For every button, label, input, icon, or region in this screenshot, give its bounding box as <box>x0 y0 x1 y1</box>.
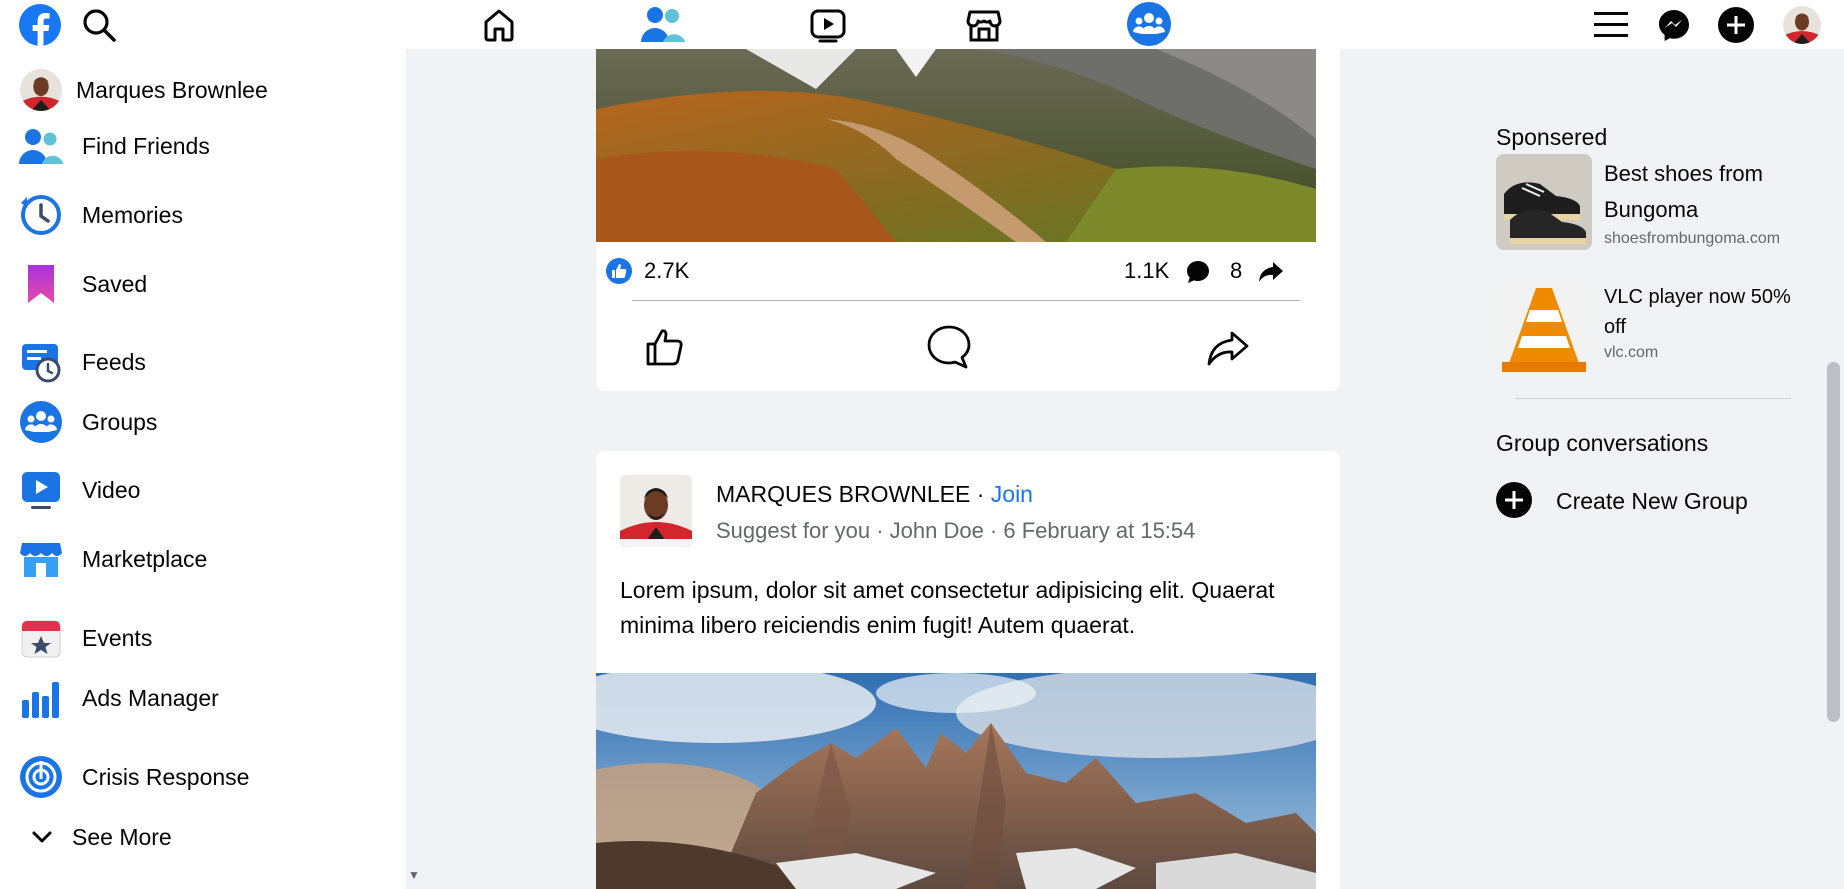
find-friends-icon <box>18 123 64 169</box>
post-image-dolomites[interactable] <box>596 673 1316 889</box>
sidebar-item-find-friends[interactable]: Find Friends <box>18 123 210 169</box>
create-group-icon[interactable] <box>1496 482 1534 520</box>
sidebar-item-label: Events <box>82 624 153 651</box>
sidebar-item-memories[interactable]: Memories <box>18 192 183 238</box>
saved-icon <box>18 261 64 307</box>
friends-icon[interactable] <box>638 2 688 46</box>
share-button[interactable] <box>1206 326 1250 370</box>
sidebar-item-label: Ads Manager <box>82 684 219 711</box>
sidebar-item-groups[interactable]: Groups <box>18 399 157 445</box>
events-icon <box>18 615 64 661</box>
create-new-group-link[interactable]: Create New Group <box>1556 488 1748 515</box>
ad-title[interactable]: VLC player now 50% off <box>1604 282 1804 342</box>
watch-icon[interactable] <box>806 3 850 47</box>
groups-icon <box>18 399 64 445</box>
separator: · <box>970 481 991 507</box>
see-more-button[interactable]: See More <box>28 814 172 860</box>
sidebar-item-label: Crisis Response <box>82 763 250 790</box>
marketplace-icon[interactable] <box>962 3 1006 47</box>
post-author-line: MARQUES BROWNLEE · Join <box>716 481 1033 508</box>
page-scrollbar[interactable] <box>1824 0 1844 889</box>
see-more-label: See More <box>72 823 172 850</box>
groups-icon[interactable] <box>1126 1 1172 47</box>
video-icon <box>18 467 64 513</box>
sidebar-item-label: Marketplace <box>82 545 208 572</box>
marketplace-icon <box>18 536 64 582</box>
ad-image-shoes[interactable] <box>1496 154 1592 250</box>
sidebar-item-feeds[interactable]: Feeds <box>18 339 146 385</box>
search-icon[interactable] <box>78 4 120 46</box>
ad-image-vlc[interactable] <box>1496 280 1592 376</box>
profile-avatar[interactable] <box>1780 3 1824 47</box>
right-column-divider <box>1515 398 1791 399</box>
share-count[interactable]: 8 <box>1230 258 1242 284</box>
crisis-response-icon <box>18 754 64 800</box>
memories-icon <box>18 192 64 238</box>
ad-title[interactable]: Best shoes from Bungoma <box>1604 156 1804 228</box>
post-image-mountain-trail[interactable] <box>596 49 1316 242</box>
ad-domain[interactable]: vlc.com <box>1604 344 1658 362</box>
scrollbar-thumb[interactable] <box>1827 362 1840 722</box>
sidebar-item-events[interactable]: Events <box>18 615 152 661</box>
left-sidebar: Marques Brownlee Find Friends Memories S… <box>0 49 406 889</box>
post-author-avatar[interactable] <box>620 475 692 547</box>
sidebar-item-profile[interactable]: Marques Brownlee <box>18 67 268 113</box>
group-conversations-heading: Group conversations <box>1496 430 1709 456</box>
sidebar-item-ads-manager[interactable]: Ads Manager <box>18 675 219 721</box>
sidebar-item-label: Memories <box>82 201 183 228</box>
post-text: Lorem ipsum, dolor sit amet consectetur … <box>620 577 1275 638</box>
sidebar-item-saved[interactable]: Saved <box>18 261 147 307</box>
sidebar-item-label: Feeds <box>82 348 146 375</box>
top-navigation-bar <box>0 0 1844 49</box>
sidebar-item-label: Groups <box>82 408 158 435</box>
like-reaction-icon <box>606 258 632 284</box>
menu-icon[interactable] <box>1589 3 1633 47</box>
sidebar-item-label: Saved <box>82 270 148 297</box>
profile-avatar <box>18 67 64 113</box>
feeds-icon <box>18 339 64 385</box>
join-link[interactable]: Join <box>991 481 1033 507</box>
messenger-icon[interactable] <box>1652 3 1696 47</box>
sponsored-heading: Sponsered <box>1496 124 1608 150</box>
facebook-logo-icon[interactable] <box>18 3 62 47</box>
share-count-icon <box>1258 260 1284 284</box>
comment-count-icon <box>1186 260 1210 284</box>
post-meta: Suggest for you · John Doe · 6 February … <box>716 518 1196 543</box>
post-author-name[interactable]: MARQUES BROWNLEE <box>716 481 970 507</box>
sidebar-item-marketplace[interactable]: Marketplace <box>18 536 207 582</box>
post-card: MARQUES BROWNLEE · Join Suggest for you … <box>596 451 1340 889</box>
ads-manager-icon <box>18 675 64 721</box>
post-divider <box>632 300 1300 301</box>
sidebar-item-label: Video <box>82 476 141 503</box>
sidebar-item-crisis-response[interactable]: Crisis Response <box>18 754 249 800</box>
post-card: 2.7K 1.1K 8 <box>596 0 1340 391</box>
sidebar-item-label: Marques Brownlee <box>76 76 268 103</box>
ad-domain[interactable]: shoesfrombungoma.com <box>1604 230 1780 248</box>
like-count[interactable]: 2.7K <box>644 258 689 284</box>
sidebar-item-label: Find Friends <box>82 132 210 159</box>
sidebar-item-video[interactable]: Video <box>18 467 140 513</box>
like-button[interactable] <box>644 326 688 370</box>
comment-count[interactable]: 1.1K <box>1124 258 1169 284</box>
home-icon[interactable] <box>477 3 521 47</box>
sidebar-scroll-down-arrow[interactable]: ▼ <box>408 868 420 882</box>
create-icon[interactable] <box>1714 3 1758 47</box>
comment-button[interactable] <box>926 324 972 370</box>
chevron-down-icon <box>28 814 56 860</box>
